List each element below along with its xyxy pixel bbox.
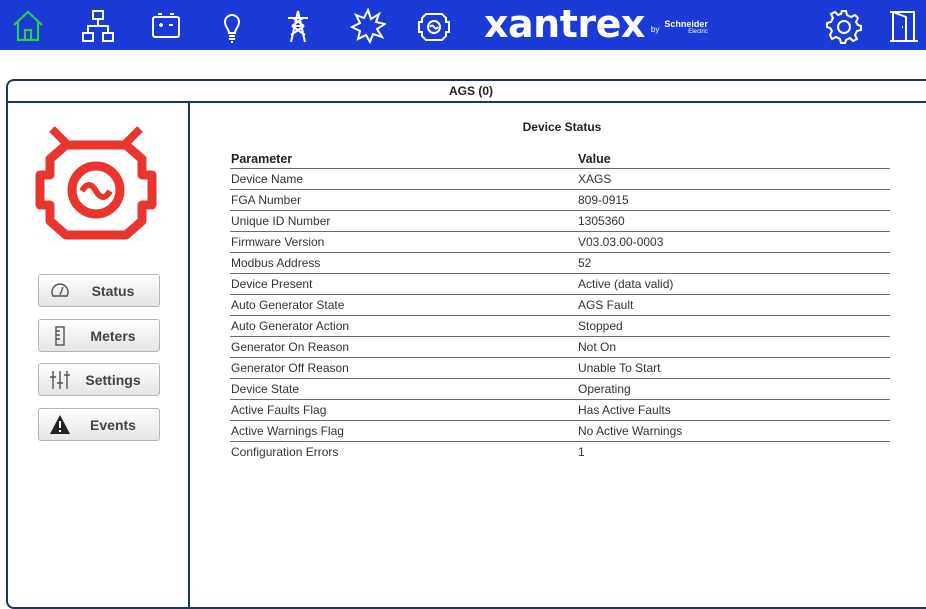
tower-icon[interactable] <box>278 6 318 46</box>
value-cell: No Active Warnings <box>577 420 890 442</box>
parameter-cell: Active Faults Flag <box>230 399 577 421</box>
parameter-cell: FGA Number <box>230 189 577 211</box>
table-row: FGA Number 809-0915 <box>230 189 890 211</box>
network-icon[interactable] <box>78 6 118 46</box>
logout-door-icon[interactable] <box>882 6 922 46</box>
settings-gear-icon[interactable] <box>824 6 864 46</box>
device-status-table: Parameter Value Device Name XAGS FGA Numbe… <box>230 150 890 462</box>
sun-icon[interactable] <box>348 6 388 46</box>
table-row: Device Present Active (data valid) <box>230 273 890 295</box>
brand-by-text: by <box>650 24 660 34</box>
parameter-cell: Modbus Address <box>230 252 577 274</box>
value-cell: 52 <box>577 252 890 274</box>
settings-button[interactable]: Settings <box>38 363 160 396</box>
value-cell: Not On <box>577 336 890 358</box>
brand-logo: xantrex by Schneider Electric <box>484 4 708 44</box>
bulb-icon[interactable] <box>212 6 252 46</box>
device-panel: AGS (0) Status Meters Settings Events De… <box>6 79 926 609</box>
value-cell: V03.03.00-0003 <box>577 231 890 253</box>
battery-icon[interactable] <box>146 6 186 46</box>
table-row: Generator On Reason Not On <box>230 336 890 358</box>
table-row: Modbus Address 52 <box>230 252 890 274</box>
generator-device-icon <box>35 126 157 240</box>
parameter-cell: Generator Off Reason <box>230 357 577 379</box>
value-cell: 1 <box>578 445 585 459</box>
meters-button[interactable]: Meters <box>38 319 160 352</box>
table-row: Generator Off Reason Unable To Start <box>230 357 890 379</box>
parameter-cell: Firmware Version <box>230 231 577 253</box>
generator-icon[interactable] <box>414 6 454 46</box>
table-header-row: Parameter Value <box>230 150 890 169</box>
events-button[interactable]: Events <box>38 408 160 441</box>
table-row: Active Faults Flag Has Active Faults <box>230 399 890 421</box>
top-navigation-bar: xantrex by Schneider Electric <box>0 0 926 50</box>
brand-name: xantrex <box>484 2 645 46</box>
parameter-cell: Configuration Errors <box>231 445 339 459</box>
value-cell: 809-0915 <box>577 189 890 211</box>
company-line-2: Electric <box>688 29 708 35</box>
warning-icon <box>47 412 73 438</box>
sidebar: Status Meters Settings Events <box>8 103 190 607</box>
parameter-column-header: Parameter <box>230 150 577 169</box>
company-line-1: Schneider <box>664 19 708 29</box>
table-row: Auto Generator State AGS Fault <box>230 294 890 316</box>
table-row: Auto Generator Action Stopped <box>230 315 890 337</box>
status-button-label: Status <box>91 282 135 299</box>
table-row: Active Warnings Flag No Active Warnings <box>230 420 890 442</box>
value-column-header: Value <box>577 150 890 169</box>
value-cell: 1305360 <box>577 210 890 232</box>
parameter-cell: Generator On Reason <box>230 336 577 358</box>
parameter-cell: Device State <box>230 378 577 400</box>
parameter-cell: Device Present <box>230 273 577 295</box>
parameter-cell: Auto Generator State <box>230 294 577 316</box>
settings-button-label: Settings <box>85 371 141 388</box>
parameter-cell: Active Warnings Flag <box>230 420 577 442</box>
value-cell: Operating <box>577 378 890 400</box>
table-row: Configuration Errors 1 <box>230 442 890 463</box>
value-cell: AGS Fault <box>577 294 890 316</box>
parameter-cell: Device Name <box>230 168 577 190</box>
value-cell: Has Active Faults <box>577 399 890 421</box>
value-cell: Stopped <box>577 315 890 337</box>
events-button-label: Events <box>90 416 136 433</box>
company-logo: Schneider Electric <box>664 20 708 36</box>
device-status-title: Device Status <box>522 120 602 134</box>
parameter-cell: Unique ID Number <box>230 210 577 232</box>
table-row: Firmware Version V03.03.00-0003 <box>230 231 890 253</box>
panel-title: AGS (0) <box>8 81 926 103</box>
parameter-cell: Auto Generator Action <box>230 315 577 337</box>
table-row: Device Name XAGS <box>230 168 890 190</box>
table-body: Device Name XAGS FGA Number 809-0915 Unique … <box>230 168 890 463</box>
meter-icon <box>47 323 73 349</box>
gauge-icon <box>47 278 73 304</box>
value-cell: XAGS <box>577 168 890 190</box>
table-row: Device State Operating <box>230 378 890 400</box>
meters-button-label: Meters <box>90 327 136 344</box>
home-icon[interactable] <box>8 6 48 46</box>
sliders-icon <box>47 367 73 393</box>
value-cell: Unable To Start <box>577 357 890 379</box>
table-row: Unique ID Number 1305360 <box>230 210 890 232</box>
value-cell: Active (data valid) <box>577 273 890 295</box>
status-button[interactable]: Status <box>38 274 160 307</box>
